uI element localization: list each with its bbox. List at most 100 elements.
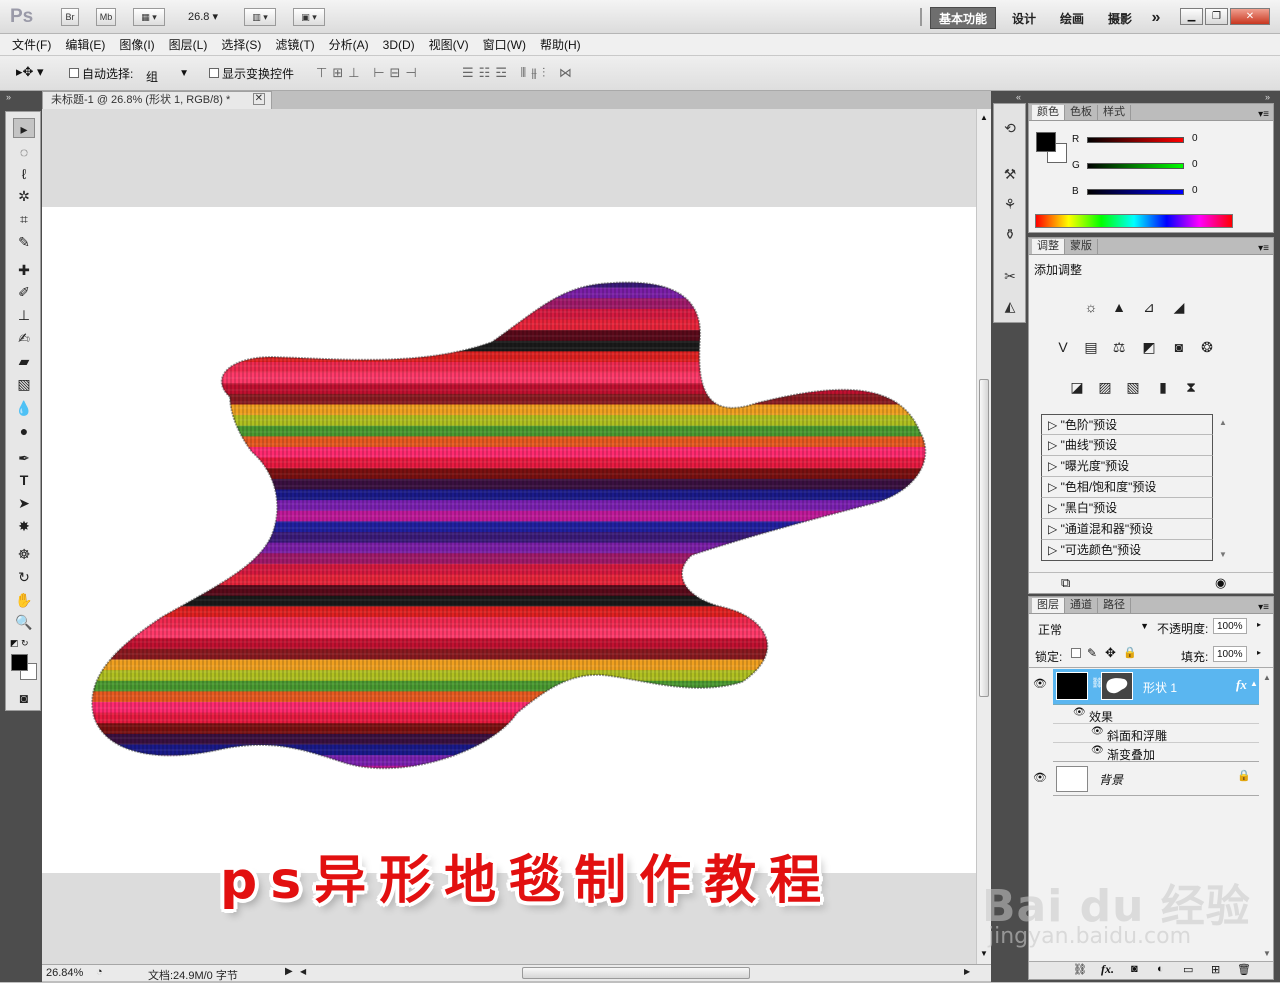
tab-paths[interactable]: 路径 [1098,598,1131,613]
gradient-tool-icon[interactable]: ▧ [13,374,35,394]
marquee-tool-icon[interactable]: ◌ [13,142,35,162]
document-tab[interactable]: 未标题-1 @ 26.8% (形状 1, RGB/8) * ✕ [42,91,272,109]
preset-selective-color[interactable]: ▷ "可选颜色"预设 [1041,540,1213,561]
background-thumbnail[interactable] [1056,766,1088,792]
color-spectrum-bar[interactable] [1035,214,1233,228]
add-style-icon[interactable]: fx. [1101,962,1114,977]
align-left-icon[interactable]: ⊢ [373,65,389,80]
effects-row[interactable]: 👁 效果 [1053,705,1259,724]
crop-tool-icon[interactable]: ⌗ [13,209,35,229]
tab-styles[interactable]: 样式 [1098,105,1131,120]
zoom-tool-icon[interactable]: 🔍 [13,612,35,632]
brushes-panel-icon[interactable]: ⚘ [1002,196,1018,212]
workspace-design[interactable]: 设计 [1006,7,1042,29]
new-group-icon[interactable]: ▭ [1183,963,1193,976]
close-document-icon[interactable]: ✕ [252,93,265,105]
color-balance-icon[interactable]: ⚖ [1109,338,1129,356]
align-hcenter-icon[interactable]: ⊟ [390,65,406,80]
link-layers-icon[interactable]: ⛓ [1073,963,1087,976]
invert-icon[interactable]: ◪ [1067,378,1087,396]
view-extras-button[interactable]: ▦ ▾ [133,8,165,26]
tools-panel-icon[interactable]: ✂ [1002,268,1018,284]
tool-preset-picker[interactable]: ▸✥ ▾ [16,64,56,82]
history-panel-icon[interactable]: ⟲ [1002,120,1018,136]
black-white-icon[interactable]: ◩ [1139,338,1159,356]
status-menu-arrow-icon[interactable]: ▶ [285,966,293,977]
eyedropper-tool-icon[interactable]: ✎ [13,232,35,252]
minimize-button[interactable]: ▁ [1180,8,1203,25]
distribute-hcenter-icon[interactable]: ⫵ [531,65,542,80]
gradient-visibility-icon[interactable]: 👁 [1091,745,1104,756]
blur-tool-icon[interactable]: 💧 [13,398,35,418]
clone-source-icon[interactable]: ⚱ [1002,226,1018,242]
workspace-painting[interactable]: 绘画 [1054,7,1090,29]
menu-select[interactable]: 选择(S) [221,36,261,53]
threshold-icon[interactable]: ▧ [1123,378,1143,396]
vertical-scroll-thumb[interactable] [979,379,989,697]
default-colors-icon[interactable]: ◩ ↻ [10,638,29,649]
hue-saturation-icon[interactable]: ▤ [1081,338,1101,356]
arrange-documents-button[interactable]: ▥ ▾ [244,8,276,26]
menu-layer[interactable]: 图层(L) [169,36,208,53]
restore-button[interactable]: ❐ [1205,8,1228,25]
vertical-scrollbar[interactable]: ▲ ▼ [976,109,991,964]
menu-filter[interactable]: 滤镜(T) [275,36,314,53]
auto-select-checkbox[interactable] [69,68,79,78]
layer-row-background[interactable]: 背景 🔒 [1053,763,1259,796]
brush-tool-icon[interactable]: ✐ [13,282,35,302]
lasso-tool-icon[interactable]: ℓ [13,164,35,184]
tab-swatches[interactable]: 色板 [1065,105,1098,120]
preset-exposure[interactable]: ▷ "曝光度"预设 [1041,456,1213,477]
preset-channel-mixer[interactable]: ▷ "通道混和器"预设 [1041,519,1213,540]
toolbox-collapse-icon[interactable]: » [6,92,11,102]
zoom-status[interactable]: 26.84% [46,967,83,979]
menu-image[interactable]: 图像(I) [119,36,154,53]
layer-fill-thumbnail[interactable] [1056,672,1088,700]
posterize-icon[interactable]: ▨ [1095,378,1115,396]
green-value[interactable]: 0 [1192,159,1198,170]
selective-color-icon[interactable]: ⧗ [1181,378,1201,396]
close-button[interactable]: ✕ [1230,8,1270,25]
foreground-color-swatch[interactable] [11,654,28,671]
blend-mode-dropdown[interactable]: 正常 ▼ [1033,619,1153,637]
type-tool-icon[interactable]: T [13,470,35,490]
new-layer-icon[interactable]: ⊞ [1211,963,1220,976]
layer-fx-badge[interactable]: fx [1236,677,1247,693]
red-slider[interactable] [1087,137,1184,143]
preset-curves[interactable]: ▷ "曲线"预设 [1041,435,1213,456]
delete-layer-icon[interactable]: 🗑 [1237,963,1251,976]
3d-orbit-tool-icon[interactable]: ↻ [13,567,35,587]
blue-value[interactable]: 0 [1192,185,1198,196]
distribute-top-icon[interactable]: ☰ [462,65,479,80]
preset-black-white[interactable]: ▷ "黑白"预设 [1041,498,1213,519]
distribute-right-icon[interactable]: ⫶ [542,65,550,80]
scroll-right-icon[interactable]: ▶ [964,967,970,976]
document-canvas[interactable] [42,207,976,873]
scroll-left-icon[interactable]: ◀ [300,967,306,976]
layer-visibility-icon[interactable]: 👁 [1033,677,1047,690]
channel-mixer-icon[interactable]: ❂ [1197,338,1217,356]
bridge-button[interactable]: Br [61,8,79,26]
distribute-bottom-icon[interactable]: ☲ [495,65,512,80]
hand-tool-icon[interactable]: ✋ [13,590,35,610]
zoom-level-dropdown[interactable]: 26.8 ▾ [188,10,218,23]
history-brush-tool-icon[interactable]: ✍ [13,328,35,348]
scroll-up-icon[interactable]: ▲ [980,113,988,122]
quick-select-tool-icon[interactable]: ✲ [13,186,35,206]
screen-mode-button[interactable]: ▣ ▾ [293,8,325,26]
red-value[interactable]: 0 [1192,133,1198,144]
horizontal-scroll-thumb[interactable] [522,967,750,979]
panel-collapse-icon[interactable]: » [1265,92,1270,102]
lock-position-icon[interactable]: ✥ [1105,645,1116,661]
3d-panel-icon[interactable]: ◭ [1002,298,1018,314]
workspace-essentials[interactable]: 基本功能 [930,7,996,29]
preset-hue-saturation[interactable]: ▷ "色相/饱和度"预设 [1041,477,1213,498]
bevel-visibility-icon[interactable]: 👁 [1091,726,1104,737]
menu-analysis[interactable]: 分析(A) [329,36,369,53]
distribute-vcenter-icon[interactable]: ☷ [479,65,496,80]
opacity-input[interactable]: 100% [1213,618,1247,634]
tab-adjustments[interactable]: 调整 [1032,239,1065,254]
gradient-map-icon[interactable]: ▮ [1153,378,1173,396]
quick-mask-icon[interactable]: ◙ [13,688,35,708]
effects-visibility-icon[interactable]: 👁 [1073,707,1086,718]
